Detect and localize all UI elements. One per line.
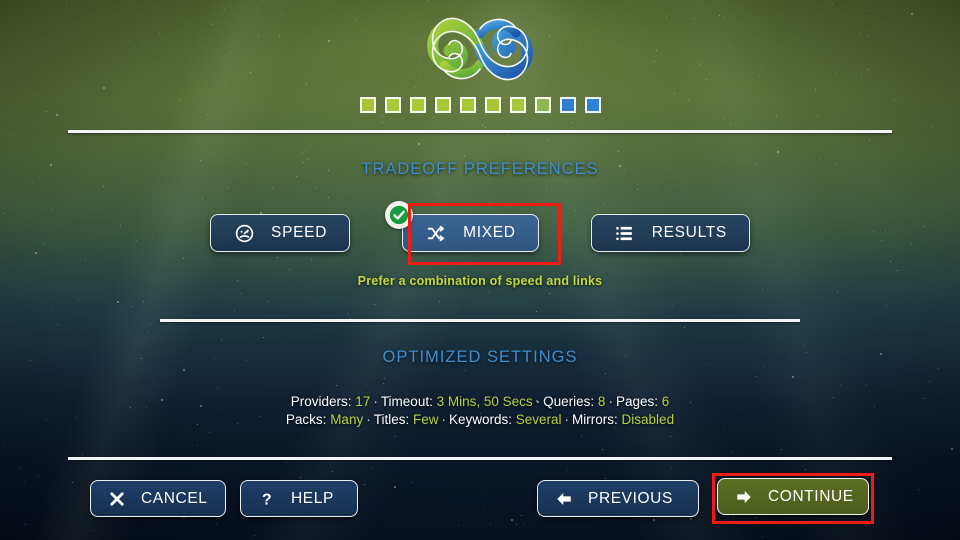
- svg-text:?: ?: [262, 491, 272, 508]
- settings-separator: ·: [608, 394, 613, 409]
- progress-steps: [0, 97, 960, 113]
- optimized-settings-summary: Providers: 17 · Timeout: 3 Mins, 50 Secs · Q…: [0, 393, 960, 429]
- optimized-section-title: OPTIMIZED SETTINGS: [382, 348, 578, 366]
- check-icon: [389, 205, 409, 225]
- setting-value: Few: [412, 412, 439, 427]
- setting-label: Keywords:: [448, 412, 516, 427]
- infinity-swirl-icon: [427, 17, 533, 81]
- previous-button[interactable]: PREVIOUS: [537, 480, 699, 517]
- progress-step-10: [584, 97, 601, 113]
- progress-step-9: [559, 97, 576, 113]
- settings-separator: ·: [366, 412, 371, 427]
- divider-top: [68, 130, 892, 133]
- setting-value: Several: [515, 412, 562, 427]
- divider-middle: [160, 319, 800, 322]
- setting-label: Queries:: [543, 394, 598, 409]
- setting-value: 3 Mins, 50 Secs: [436, 394, 533, 409]
- progress-step-4: [434, 97, 451, 113]
- mixed-option-label: MIXED: [463, 224, 516, 241]
- results-option-button[interactable]: RESULTS: [590, 214, 750, 252]
- tradeoff-options: SPEED MIXED RESULTS: [0, 201, 960, 252]
- app-logo: [0, 8, 960, 90]
- setting-value: 17: [355, 394, 371, 409]
- settings-line-2: Packs: Many · Titles: Few · Keywords: Severa…: [0, 411, 960, 429]
- progress-step-3: [409, 97, 426, 113]
- cancel-button-label: CANCEL: [141, 489, 208, 507]
- setting-label: Titles:: [373, 412, 413, 427]
- shuffle-icon: [425, 223, 447, 244]
- arrow-right-icon: [734, 488, 754, 506]
- progress-step-7: [509, 97, 526, 113]
- settings-separator: ·: [564, 412, 570, 427]
- installer-screen: TRADEOFF PREFERENCES SPEED MIXED RESULTS…: [0, 0, 960, 540]
- help-button-label: HELP: [291, 489, 334, 507]
- continue-button-label: CONTINUE: [768, 487, 854, 505]
- setting-label: Pages:: [615, 394, 662, 409]
- progress-step-6: [484, 97, 501, 113]
- cancel-button[interactable]: CANCEL: [90, 480, 226, 517]
- arrow-left-icon: [554, 490, 574, 508]
- setting-label: Providers:: [290, 394, 356, 409]
- setting-label: Timeout:: [380, 394, 437, 409]
- previous-button-label: PREVIOUS: [588, 489, 673, 507]
- help-button[interactable]: ? HELP: [240, 480, 358, 517]
- progress-step-1: [359, 97, 376, 113]
- progress-step-5: [459, 97, 476, 113]
- continue-button[interactable]: CONTINUE: [717, 478, 869, 515]
- setting-value: Disabled: [621, 412, 675, 427]
- progress-step-8: [534, 97, 551, 113]
- option-description: Prefer a combination of speed and links: [357, 274, 603, 288]
- question-mark-icon: ?: [257, 489, 277, 509]
- list-icon: [614, 223, 636, 244]
- settings-separator: ·: [373, 394, 378, 409]
- results-option-label: RESULTS: [651, 224, 727, 241]
- selected-check-badge: [385, 201, 414, 229]
- progress-step-2: [384, 97, 401, 113]
- speedometer-icon: [233, 223, 255, 244]
- speed-option-label: SPEED: [271, 224, 328, 241]
- settings-separator: ·: [441, 412, 446, 427]
- setting-label: Mirrors:: [572, 412, 622, 427]
- close-x-icon: [107, 490, 127, 508]
- setting-label: Packs:: [285, 412, 331, 427]
- divider-bottom: [68, 457, 892, 460]
- speed-option-button[interactable]: SPEED: [210, 214, 351, 252]
- settings-line-1: Providers: 17 · Timeout: 3 Mins, 50 Secs · Q…: [0, 393, 960, 411]
- setting-value: Many: [330, 412, 364, 427]
- settings-separator: ·: [535, 394, 541, 409]
- mixed-option-button[interactable]: MIXED: [385, 201, 539, 252]
- setting-value: 6: [661, 394, 670, 409]
- tradeoff-section-title: TRADEOFF PREFERENCES: [361, 160, 599, 178]
